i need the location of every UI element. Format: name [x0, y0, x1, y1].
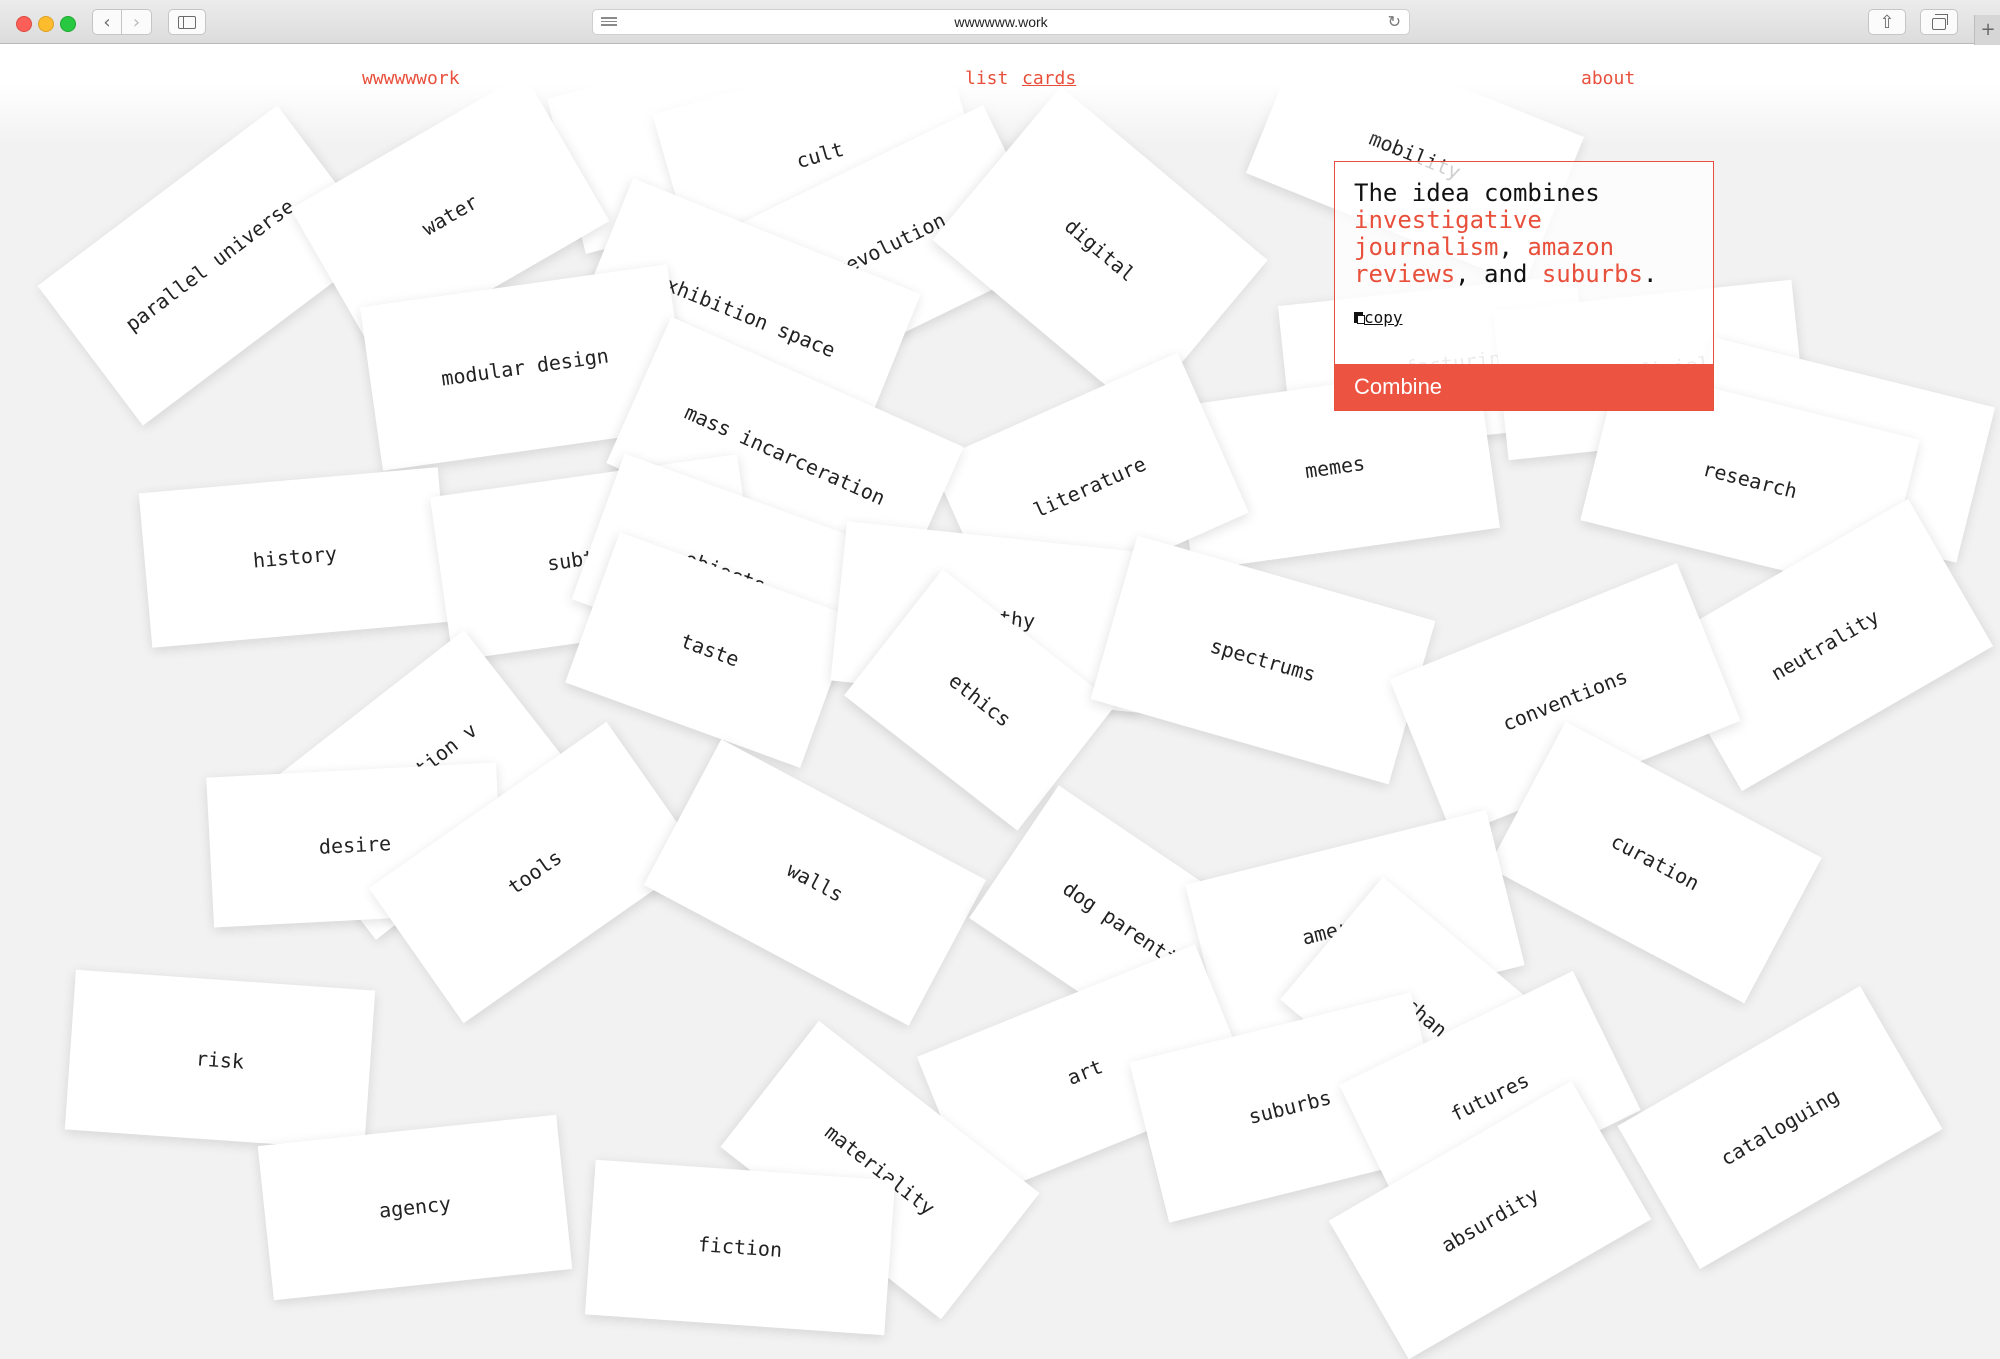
reload-icon[interactable]: ↻	[1388, 12, 1401, 31]
sidebar-icon	[178, 15, 196, 29]
site-logo-link[interactable]: wwwwwwork	[362, 68, 460, 89]
copy-link[interactable]: copy	[1354, 308, 1403, 327]
combine-button[interactable]: Combine	[1335, 364, 1713, 410]
combine-panel: The idea combines investigative journali…	[1334, 161, 1714, 411]
card[interactable]: agency	[257, 1114, 573, 1301]
share-icon: ⇧	[1879, 11, 1895, 33]
list-view-link[interactable]: list	[965, 68, 1008, 89]
browser-toolbar: ‹ › wwwwww.work ↻ ⇧ +	[0, 0, 2000, 45]
idea-separator: ,	[1498, 233, 1513, 261]
card[interactable]: history	[138, 467, 452, 648]
new-tab-button[interactable]: +	[1974, 15, 2000, 45]
copy-label: copy	[1364, 308, 1403, 327]
url-text: wwwwww.work	[954, 14, 1048, 30]
card[interactable]: risk	[64, 969, 376, 1151]
site-header: wwwwwwork list cards about	[0, 44, 2000, 144]
back-button[interactable]: ‹	[92, 9, 122, 35]
forward-button[interactable]: ›	[122, 9, 152, 35]
address-bar[interactable]: wwwwww.work ↻	[592, 9, 1410, 35]
idea-keyword: investigative journalism	[1354, 206, 1542, 261]
minimize-window-button[interactable]	[38, 16, 54, 32]
card[interactable]: fiction	[584, 1159, 896, 1336]
card[interactable]: spectrums	[1090, 535, 1436, 785]
about-link[interactable]: about	[1581, 68, 1635, 89]
chevron-right-icon: ›	[132, 11, 141, 33]
idea-keyword: suburbs	[1541, 260, 1644, 288]
sidebar-toggle-button[interactable]	[168, 9, 206, 35]
tabs-icon	[1932, 14, 1948, 30]
idea-end: .	[1643, 260, 1658, 288]
card[interactable]: walls	[643, 739, 987, 1026]
chevron-left-icon: ‹	[103, 11, 111, 33]
idea-separator: , and	[1455, 260, 1528, 288]
close-window-button[interactable]	[16, 16, 32, 32]
zoom-window-button[interactable]	[60, 16, 76, 32]
copy-icon	[1354, 312, 1365, 324]
cards-view-link[interactable]: cards	[1022, 68, 1076, 89]
history-nav: ‹ ›	[92, 9, 152, 35]
show-tabs-button[interactable]	[1920, 9, 1958, 35]
idea-intro: The idea combines	[1354, 179, 1600, 207]
idea-sentence: The idea combines investigative journali…	[1354, 180, 1694, 288]
card[interactable]: cataloguing	[1617, 986, 1943, 1269]
share-button[interactable]: ⇧	[1868, 9, 1906, 35]
